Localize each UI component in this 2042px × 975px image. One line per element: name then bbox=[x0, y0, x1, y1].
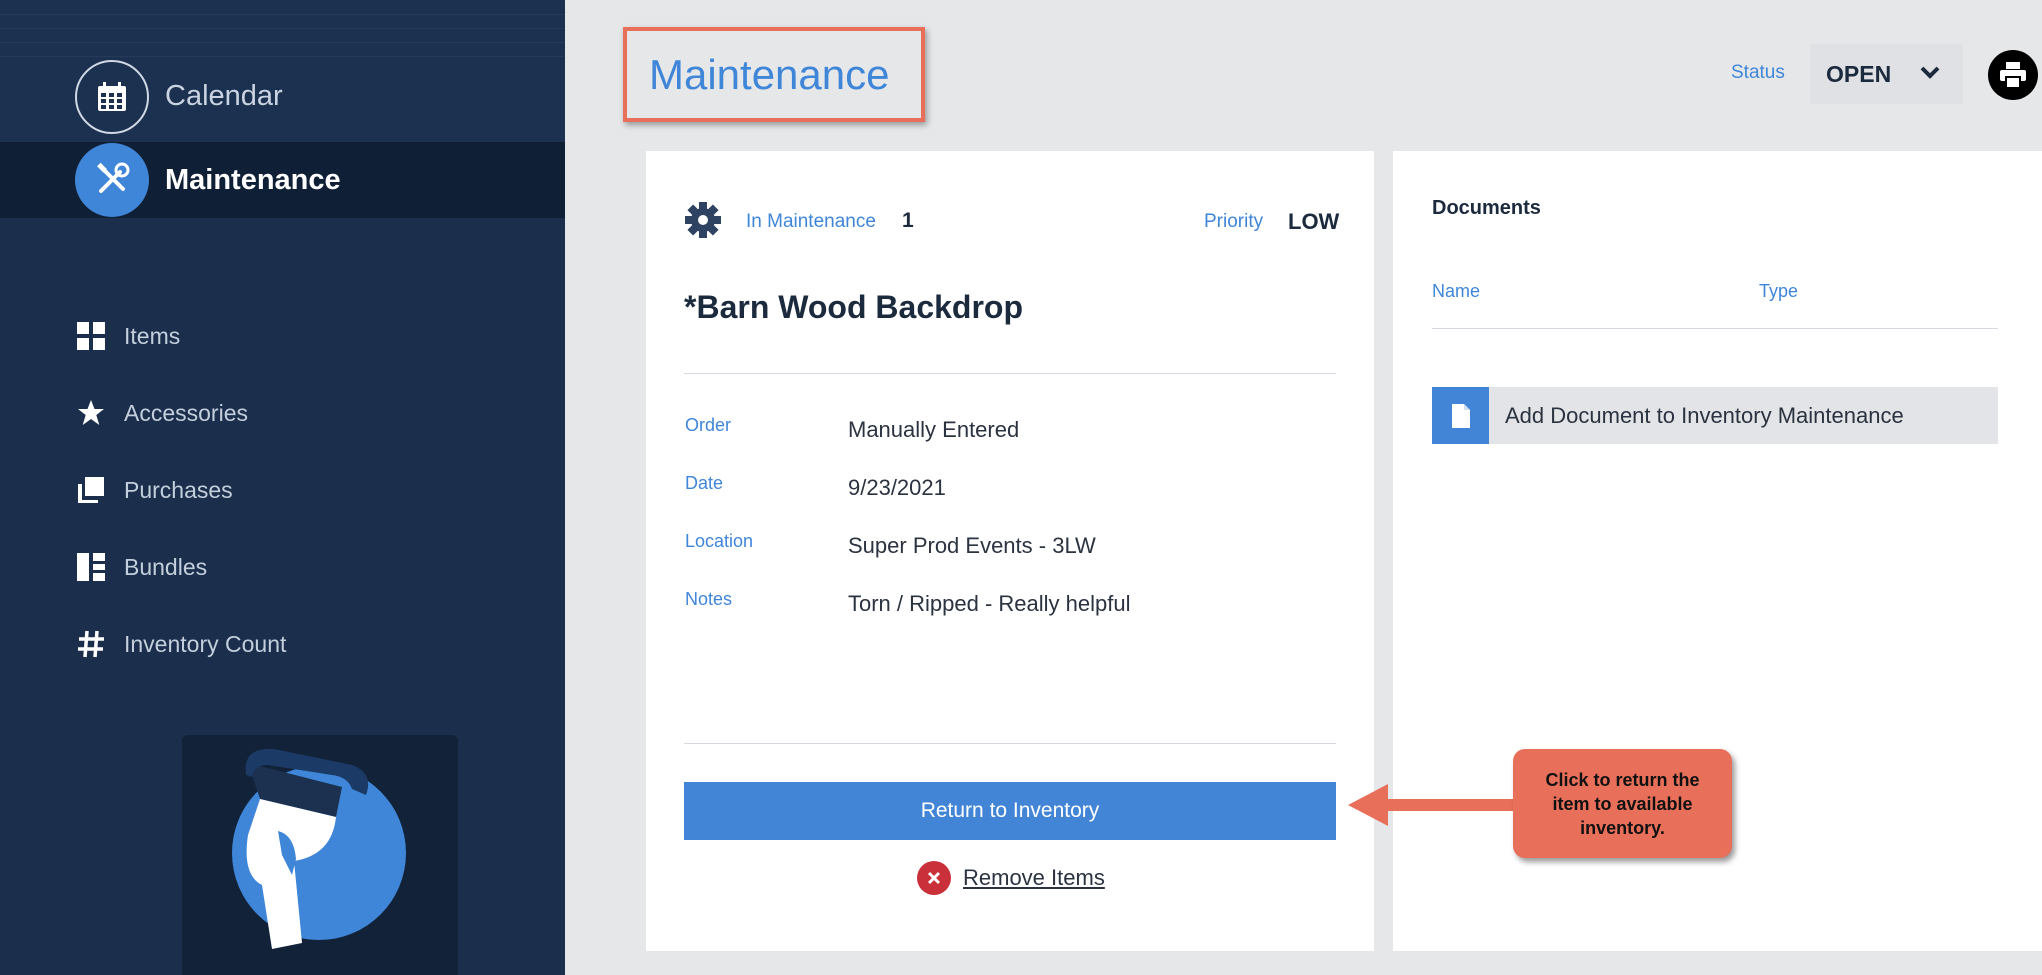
scanner-promo-card bbox=[182, 735, 458, 975]
status-value: OPEN bbox=[1826, 60, 1892, 87]
notes-label: Notes bbox=[685, 589, 733, 609]
location-label: Location bbox=[685, 531, 754, 551]
sidebar-item-accessories[interactable]: Accessories bbox=[76, 393, 248, 433]
hash-icon bbox=[76, 629, 106, 659]
add-document-button[interactable]: Add Document to Inventory Maintenance bbox=[1432, 387, 1998, 444]
print-button[interactable] bbox=[1988, 50, 2038, 100]
stack-icon bbox=[76, 475, 106, 505]
sidebar-item-label: Inventory Count bbox=[124, 630, 287, 657]
sidebar-item-calendar[interactable]: Calendar bbox=[0, 58, 565, 134]
sidebar-item-bundles[interactable]: Bundles bbox=[76, 547, 207, 587]
documents-title: Documents bbox=[1432, 197, 1541, 219]
column-header-name[interactable]: Name bbox=[1432, 281, 1480, 302]
sidebar-item-items[interactable]: Items bbox=[76, 316, 180, 356]
printer-icon bbox=[2000, 62, 2026, 89]
tutorial-callout: Click to return the item to available in… bbox=[1513, 749, 1732, 858]
date-label: Date bbox=[685, 473, 724, 493]
notes-value: Torn / Ripped - Really helpful bbox=[848, 591, 1131, 616]
divider bbox=[1432, 328, 1998, 329]
callout-arrow-icon bbox=[1348, 784, 1518, 826]
add-document-label: Add Document to Inventory Maintenance bbox=[1505, 402, 1904, 428]
sidebar-item-label: Bundles bbox=[124, 553, 208, 580]
status-label: Status bbox=[1731, 62, 1785, 83]
callout-text: Click to return the item to available in… bbox=[1545, 769, 1700, 838]
divider bbox=[684, 743, 1336, 744]
in-maintenance-count: 1 bbox=[902, 209, 914, 232]
order-label: Order bbox=[685, 415, 732, 435]
remove-items-link[interactable]: Remove Items bbox=[917, 861, 1105, 895]
calendar-icon bbox=[75, 60, 149, 134]
return-to-inventory-button[interactable]: Return to Inventory bbox=[684, 782, 1336, 840]
priority-value: LOW bbox=[1288, 209, 1340, 234]
item-title: *Barn Wood Backdrop bbox=[684, 289, 1023, 325]
grid-icon bbox=[76, 321, 106, 351]
tools-icon bbox=[75, 143, 149, 217]
barcode-scanner-icon bbox=[232, 748, 406, 949]
sidebar-item-label: Maintenance bbox=[165, 163, 341, 196]
in-maintenance-label: In Maintenance bbox=[746, 211, 876, 232]
sidebar: Calendar Maintenance Items Accessories P… bbox=[0, 0, 565, 975]
bundles-icon bbox=[76, 552, 106, 582]
sidebar-item-label: Purchases bbox=[124, 476, 233, 503]
sidebar-item-purchases[interactable]: Purchases bbox=[76, 470, 233, 510]
sidebar-item-label: Calendar bbox=[165, 79, 283, 112]
maintenance-detail-panel: In Maintenance 1 Priority LOW *Barn Wood… bbox=[646, 151, 1374, 951]
star-icon bbox=[76, 398, 106, 428]
chevron-down-icon bbox=[1920, 66, 1940, 79]
status-dropdown[interactable]: OPEN bbox=[1810, 44, 1963, 104]
gear-icon bbox=[685, 202, 721, 238]
column-header-type[interactable]: Type bbox=[1759, 281, 1798, 302]
priority-label: Priority bbox=[1204, 211, 1264, 232]
sidebar-item-label: Accessories bbox=[124, 399, 248, 426]
remove-items-label: Remove Items bbox=[963, 865, 1105, 890]
remove-icon bbox=[917, 861, 951, 895]
page-title: Maintenance bbox=[649, 50, 890, 98]
divider bbox=[684, 373, 1336, 374]
document-icon bbox=[1432, 387, 1489, 444]
order-value: Manually Entered bbox=[848, 417, 1020, 442]
sidebar-item-label: Items bbox=[124, 322, 181, 349]
date-value: 9/23/2021 bbox=[848, 475, 946, 500]
page-title-box: Maintenance bbox=[623, 27, 925, 122]
sidebar-item-inventory-count[interactable]: Inventory Count bbox=[76, 624, 286, 664]
location-value: Super Prod Events - 3LW bbox=[848, 533, 1096, 558]
sidebar-item-maintenance[interactable]: Maintenance bbox=[0, 142, 565, 218]
